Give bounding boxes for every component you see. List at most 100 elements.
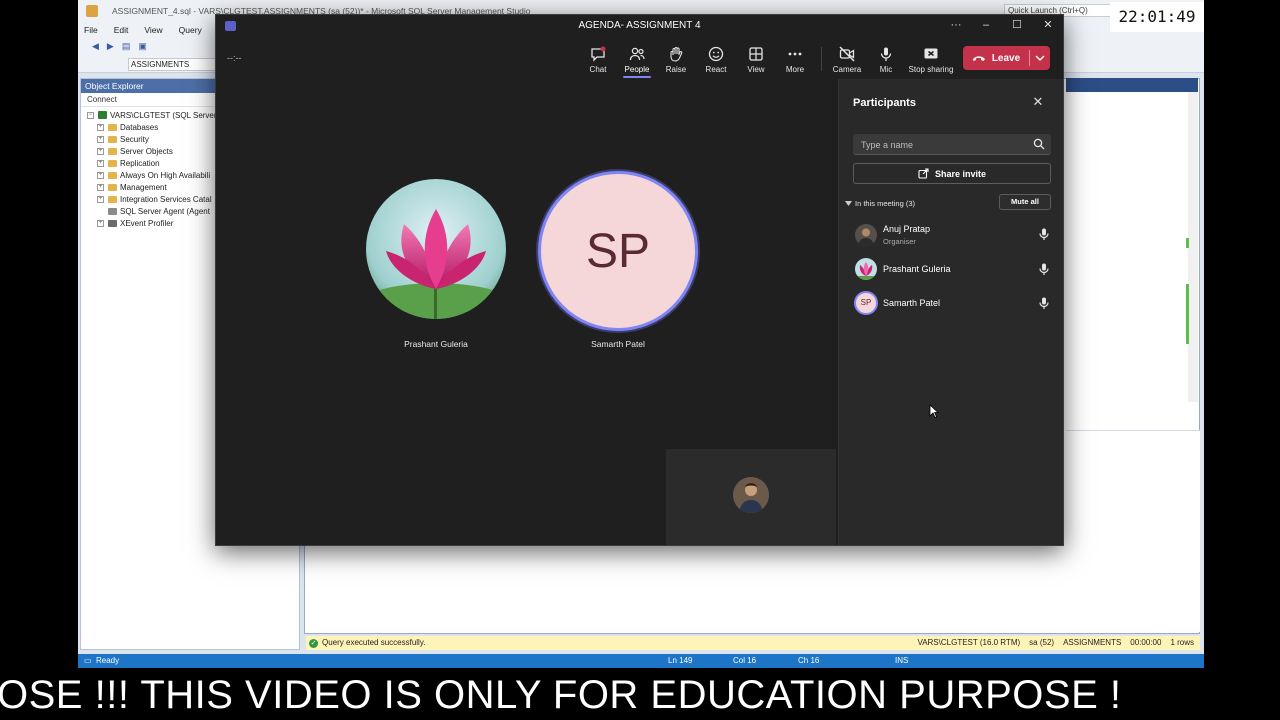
folder-icon [108,135,117,143]
mute-all-button[interactable]: Mute all [999,194,1051,210]
success-icon: ✓ [309,638,318,648]
folder-icon [108,183,117,191]
status-ready-icon: ▭ [84,656,92,665]
status-user: sa (52) [1029,638,1055,647]
self-avatar [733,477,769,513]
menu-file[interactable]: File [84,25,98,35]
save-icon[interactable]: ▣ [138,41,147,52]
participant-row[interactable]: Prashant Guleria [839,255,1063,283]
leave-label: Leave [991,52,1021,64]
participant-search-input[interactable] [853,134,1023,155]
video-tile-prashant[interactable]: Prashant Guleria [366,179,506,354]
expand-icon[interactable]: + [97,123,104,131]
back-icon[interactable]: ◀ [92,41,99,52]
mic-button[interactable]: Mic [864,41,908,77]
participant-row[interactable]: SP Samarth Patel [839,289,1063,317]
mouse-cursor-icon [929,404,939,418]
banner-text: OSE !!! THIS VIDEO IS ONLY FOR EDUCATION… [0,673,1122,717]
more-options-icon[interactable]: ··· [946,18,966,32]
new-query-icon[interactable]: ▤ [122,41,131,52]
search-icon[interactable] [1033,138,1045,150]
tree-item-label: Management [120,182,167,192]
people-button[interactable]: People [615,41,659,78]
leave-options-button[interactable] [1029,46,1050,70]
meeting-stage: Prashant Guleria SP Samarth Patel [216,79,838,545]
ssms-statusbar: ▭ Ready Ln 149 Col 16 Ch 16 INS [78,654,1204,668]
chat-button[interactable]: Chat [576,41,620,77]
tile-name: Prashant Guleria [404,339,468,349]
forward-icon[interactable]: ▶ [107,41,114,52]
meeting-toolbar: Chat People Raise React View More Camera [216,41,1063,78]
server-icon [98,111,107,119]
minimize-icon[interactable]: – [976,18,996,32]
collapse-icon[interactable]: − [87,111,94,119]
video-tile-samarth[interactable]: SP Samarth Patel [538,171,698,356]
close-window-icon[interactable]: ✕ [1038,18,1058,32]
chat-icon [591,46,606,62]
mic-label: Mic [879,65,893,74]
leave-main[interactable]: Leave [963,46,1029,70]
stop-sharing-label: Stop sharing [908,65,954,74]
expand-icon[interactable]: + [97,219,104,227]
status-ins: INS [895,656,909,665]
status-server: VARS\CLGTEST (16.0 RTM) [917,638,1021,647]
react-button[interactable]: React [694,41,738,77]
folder-icon [108,171,117,179]
editor-scrollbar[interactable] [1188,92,1198,402]
maximize-icon[interactable]: ☐ [1007,18,1027,32]
view-icon [749,47,763,61]
participant-mic-icon [1039,297,1049,309]
profiler-icon [108,219,117,227]
participant-row[interactable]: Anuj Pratap Organiser [839,221,1063,249]
raise-label: Raise [665,65,687,74]
avatar-initials: SP [538,171,698,331]
menu-view[interactable]: View [144,25,162,35]
stop-sharing-button[interactable]: Stop sharing [906,41,956,77]
meeting-title: AGENDA- ASSIGNMENT 4 [578,20,701,31]
connect-button[interactable]: Connect [87,95,117,104]
folder-icon [108,123,117,131]
in-meeting-section-header[interactable]: In this meeting (3) [845,199,915,208]
camera-label: Camera [832,65,862,74]
share-icon [918,168,929,179]
results-pane[interactable] [1066,430,1200,632]
change-marker [1186,238,1189,248]
tree-item-label: Security [120,134,149,144]
more-button[interactable]: More [773,41,817,77]
share-invite-button[interactable]: Share invite [853,163,1051,184]
tree-server-label: VARS\CLGTEST (SQL Server 1 [110,110,224,120]
camera-button[interactable]: Camera [825,41,869,77]
menu-query[interactable]: Query [179,25,202,35]
participant-search[interactable] [853,134,1051,155]
expand-icon[interactable]: + [97,135,104,143]
raise-hand-button[interactable]: Raise [654,41,698,77]
agent-icon [108,207,117,215]
chat-label: Chat [589,65,607,74]
self-view-tile[interactable] [666,449,836,545]
phone-hangup-icon [972,56,985,61]
expand-icon[interactable]: + [97,195,104,203]
chevron-down-icon [1035,55,1044,61]
participant-name: Prashant Guleria [883,264,951,274]
status-col: Col 16 [733,656,757,665]
expand-icon[interactable]: + [97,147,104,155]
react-label: React [705,65,727,74]
close-panel-icon[interactable]: ✕ [1029,93,1047,111]
tree-item-label: SQL Server Agent (Agent [120,206,210,216]
editor-visible-pane[interactable] [1066,92,1188,404]
view-button[interactable]: View [734,41,778,77]
expand-icon[interactable]: + [97,183,104,191]
mic-icon [880,47,892,61]
participant-role: Organiser [883,237,916,246]
leave-button[interactable]: Leave [963,46,1050,70]
tree-item-label: Integration Services Catal [120,194,212,204]
expand-icon[interactable]: + [97,171,104,179]
folder-icon [108,195,117,203]
menu-edit[interactable]: Edit [114,25,129,35]
react-icon [708,46,724,62]
active-tab-indicator [623,76,651,78]
database-select[interactable]: ASSIGNMENTS [128,58,218,71]
status-ready: Ready [96,656,120,665]
raise-hand-icon [670,46,683,62]
expand-icon[interactable]: + [97,159,104,167]
